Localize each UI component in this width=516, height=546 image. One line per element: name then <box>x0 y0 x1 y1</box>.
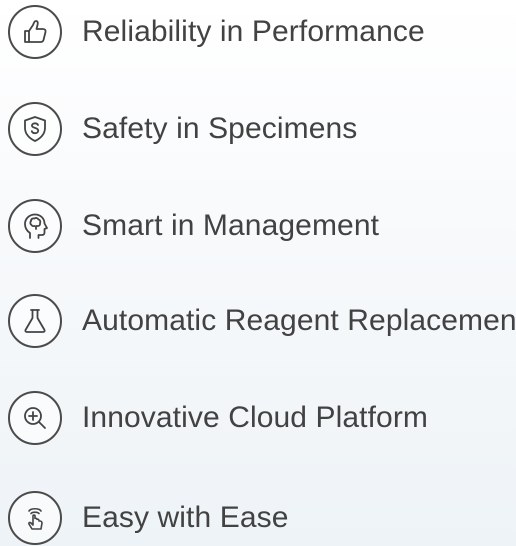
feature-label: Innovative Cloud Platform <box>82 401 429 434</box>
thumbs-up-icon <box>8 5 62 59</box>
shield-s-icon <box>8 102 62 156</box>
feature-label: Safety in Specimens <box>82 112 358 145</box>
feature-item-reliability: Reliability in Performance <box>8 4 425 60</box>
feature-list: Reliability in Performance Safety in Spe… <box>0 0 516 546</box>
feature-item-easy: Easy with Ease <box>8 490 289 546</box>
brain-head-icon <box>8 199 62 253</box>
feature-item-safety: Safety in Specimens <box>8 101 357 157</box>
feature-label: Automatic Reagent Replacement <box>82 304 516 337</box>
touch-hand-icon <box>8 491 62 545</box>
flask-icon <box>8 294 62 348</box>
feature-label: Smart in Management <box>82 209 380 242</box>
zoom-in-icon <box>8 391 62 445</box>
feature-label: Easy with Ease <box>82 501 289 534</box>
feature-item-smart: Smart in Management <box>8 198 379 254</box>
feature-item-cloud: Innovative Cloud Platform <box>8 390 428 446</box>
feature-label: Reliability in Performance <box>82 15 425 48</box>
feature-item-reagent: Automatic Reagent Replacement <box>8 293 516 349</box>
